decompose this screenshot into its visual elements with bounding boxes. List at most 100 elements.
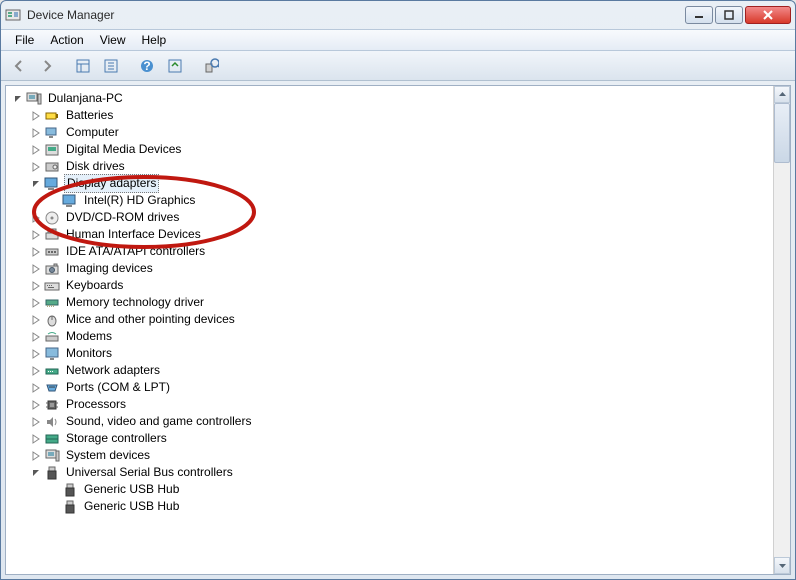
node-label: Memory technology driver xyxy=(64,294,206,311)
menu-help[interactable]: Help xyxy=(134,31,175,49)
tree-item-sound[interactable]: Sound, video and game controllers xyxy=(6,413,790,430)
network-icon xyxy=(44,363,60,379)
tree-item-intel-hd[interactable]: Intel(R) HD Graphics xyxy=(6,192,790,209)
titlebar[interactable]: Device Manager xyxy=(1,1,795,29)
tree-item-digital-media[interactable]: Digital Media Devices xyxy=(6,141,790,158)
minimize-button[interactable] xyxy=(685,6,713,24)
tree-item-imaging[interactable]: Imaging devices xyxy=(6,260,790,277)
tree-item-monitors[interactable]: Monitors xyxy=(6,345,790,362)
tree-item-display-adapters[interactable]: Display adapters xyxy=(6,175,790,192)
expand-icon[interactable] xyxy=(30,450,42,462)
tree-item-keyboards[interactable]: Keyboards xyxy=(6,277,790,294)
computer-icon xyxy=(26,91,42,107)
uninstall-button[interactable] xyxy=(199,54,223,78)
expand-icon[interactable] xyxy=(30,365,42,377)
window-title: Device Manager xyxy=(27,8,685,22)
expand-icon[interactable] xyxy=(30,110,42,122)
tree-item-modems[interactable]: Modems xyxy=(6,328,790,345)
node-label: Monitors xyxy=(64,345,114,362)
tree-item-usb-hub[interactable]: Generic USB Hub xyxy=(6,481,790,498)
expand-icon[interactable] xyxy=(30,144,42,156)
expand-icon[interactable] xyxy=(30,314,42,326)
expand-icon[interactable] xyxy=(30,297,42,309)
sound-icon xyxy=(44,414,60,430)
expand-icon[interactable] xyxy=(30,246,42,258)
expand-icon[interactable] xyxy=(30,433,42,445)
forward-button[interactable] xyxy=(35,54,59,78)
usb-icon xyxy=(44,465,60,481)
node-label: Intel(R) HD Graphics xyxy=(82,192,197,209)
node-label: DVD/CD-ROM drives xyxy=(64,209,181,226)
toolbar-separator xyxy=(127,54,131,78)
collapse-icon[interactable] xyxy=(30,467,42,479)
tree-item-ports[interactable]: Ports (COM & LPT) xyxy=(6,379,790,396)
tree-item-mice[interactable]: Mice and other pointing devices xyxy=(6,311,790,328)
expand-icon[interactable] xyxy=(30,331,42,343)
scan-button[interactable] xyxy=(163,54,187,78)
tree-root[interactable]: Dulanjana-PC xyxy=(6,90,790,107)
maximize-button[interactable] xyxy=(715,6,743,24)
app-icon xyxy=(5,7,21,23)
expand-icon[interactable] xyxy=(30,416,42,428)
controller-icon xyxy=(44,244,60,260)
node-label: IDE ATA/ATAPI controllers xyxy=(64,243,207,260)
mouse-icon xyxy=(44,312,60,328)
tree-item-dvd[interactable]: DVD/CD-ROM drives xyxy=(6,209,790,226)
tree-item-ide[interactable]: IDE ATA/ATAPI controllers xyxy=(6,243,790,260)
system-icon xyxy=(44,448,60,464)
tree-item-network[interactable]: Network adapters xyxy=(6,362,790,379)
properties-button[interactable] xyxy=(99,54,123,78)
help-button[interactable]: ? xyxy=(135,54,159,78)
node-label: Dulanjana-PC xyxy=(46,90,125,107)
collapse-icon[interactable] xyxy=(12,93,24,105)
storage-icon xyxy=(44,431,60,447)
tree-item-usb-hub[interactable]: Generic USB Hub xyxy=(6,498,790,515)
node-label: Disk drives xyxy=(64,158,127,175)
node-label: Sound, video and game controllers xyxy=(64,413,253,430)
vertical-scrollbar[interactable] xyxy=(773,86,790,574)
dvd-icon xyxy=(44,210,60,226)
tree-item-batteries[interactable]: Batteries xyxy=(6,107,790,124)
device-manager-window: Device Manager File Action View Help ? xyxy=(0,0,796,580)
expand-icon[interactable] xyxy=(30,263,42,275)
scroll-up-button[interactable] xyxy=(774,86,790,103)
show-hide-button[interactable] xyxy=(71,54,95,78)
menu-action[interactable]: Action xyxy=(42,31,91,49)
menu-file[interactable]: File xyxy=(7,31,42,49)
expand-icon[interactable] xyxy=(30,280,42,292)
expand-icon[interactable] xyxy=(30,348,42,360)
tree-item-system[interactable]: System devices xyxy=(6,447,790,464)
scroll-thumb[interactable] xyxy=(774,103,790,163)
node-label: Human Interface Devices xyxy=(64,226,203,243)
expand-icon[interactable] xyxy=(30,229,42,241)
tree-item-computer[interactable]: Computer xyxy=(6,124,790,141)
expand-icon[interactable] xyxy=(30,127,42,139)
tree-item-storage[interactable]: Storage controllers xyxy=(6,430,790,447)
memory-icon xyxy=(44,295,60,311)
collapse-icon[interactable] xyxy=(30,178,42,190)
expand-icon[interactable] xyxy=(30,399,42,411)
toolbar-separator xyxy=(63,54,67,78)
scroll-down-button[interactable] xyxy=(774,557,790,574)
close-button[interactable] xyxy=(745,6,791,24)
node-label: Mice and other pointing devices xyxy=(64,311,237,328)
expand-icon[interactable] xyxy=(30,382,42,394)
tree-item-memtech[interactable]: Memory technology driver xyxy=(6,294,790,311)
tree-item-usb[interactable]: Universal Serial Bus controllers xyxy=(6,464,790,481)
node-label: Display adapters xyxy=(64,174,159,193)
tree-item-processors[interactable]: Processors xyxy=(6,396,790,413)
expand-icon[interactable] xyxy=(30,161,42,173)
back-button[interactable] xyxy=(7,54,31,78)
camera-icon xyxy=(44,261,60,277)
tree-item-disk-drives[interactable]: Disk drives xyxy=(6,158,790,175)
device-tree[interactable]: Dulanjana-PC Batteries Computer Digital … xyxy=(6,86,790,519)
svg-text:?: ? xyxy=(143,59,150,73)
toolbar-separator xyxy=(191,54,195,78)
display-icon xyxy=(44,176,60,192)
disk-icon xyxy=(44,159,60,175)
node-label: Storage controllers xyxy=(64,430,169,447)
expand-icon[interactable] xyxy=(30,212,42,224)
node-label: Digital Media Devices xyxy=(64,141,183,158)
tree-item-hid[interactable]: Human Interface Devices xyxy=(6,226,790,243)
menu-view[interactable]: View xyxy=(92,31,134,49)
